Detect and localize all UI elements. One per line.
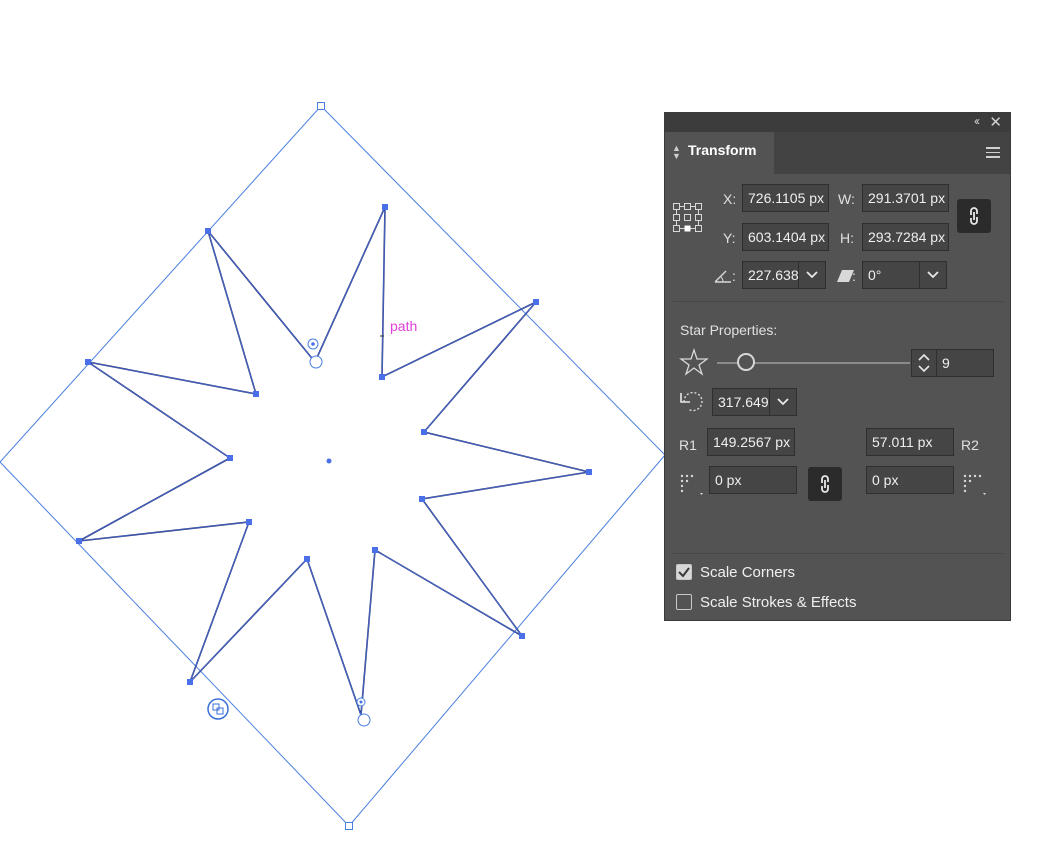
y-field[interactable]: 603.1404 px xyxy=(742,223,829,251)
up-down-stepper-icon xyxy=(918,353,930,373)
updown-arrows-icon: ▲ ▼ xyxy=(672,143,681,161)
y-label: Y: xyxy=(723,230,736,246)
star-widget-top-dot xyxy=(311,342,315,346)
anchor-points[interactable] xyxy=(76,204,592,685)
panel-titlebar[interactable]: ‹‹ ✕ xyxy=(665,113,1010,132)
rotate-dropdown[interactable] xyxy=(798,261,826,289)
constrain-proportions-button[interactable] xyxy=(957,199,991,233)
bbox-handle-top[interactable] xyxy=(317,102,325,110)
checkmark-icon xyxy=(678,567,690,578)
reference-point-icon[interactable] xyxy=(672,202,702,232)
points-field[interactable]: 9 xyxy=(936,349,994,377)
corner-radius-left-field[interactable]: 0 px xyxy=(709,466,797,494)
shear-dropdown[interactable] xyxy=(919,261,947,289)
star-rotation-dropdown[interactable] xyxy=(769,388,797,416)
panel-menu-icon[interactable] xyxy=(986,147,1000,158)
transform-panel: ‹‹ ✕ ▲ ▼ Transform X: 726.1105 px W: 291.… xyxy=(664,112,1011,621)
star-rotation-field[interactable]: 317.649° xyxy=(712,388,770,416)
x-label: X: xyxy=(723,191,737,207)
bbox-handle-bottom[interactable] xyxy=(345,822,353,830)
link-icon xyxy=(821,475,829,493)
double-chevron-left-icon[interactable]: ‹‹ xyxy=(974,114,980,128)
h-label: H: xyxy=(840,230,854,246)
link-icon xyxy=(970,207,978,225)
scale-corners-checkbox[interactable] xyxy=(676,564,692,580)
radius-widget-bottom[interactable] xyxy=(357,713,371,727)
height-field[interactable]: 293.7284 px xyxy=(862,223,949,251)
scale-corners-label: Scale Corners xyxy=(700,564,796,581)
rotate-star-icon xyxy=(680,391,703,412)
close-icon[interactable]: ✕ xyxy=(989,113,1002,131)
tab-transform-label: Transform xyxy=(688,142,757,158)
smart-guide-label: path xyxy=(390,318,418,334)
width-field[interactable]: 291.3701 px xyxy=(862,184,949,212)
w-label: W: xyxy=(838,191,855,207)
chevron-down-icon xyxy=(777,398,789,406)
radius-widget-top[interactable] xyxy=(309,355,323,369)
corner-radius-left-icon xyxy=(680,474,703,495)
r2-label: R2 xyxy=(961,437,979,453)
scale-strokes-label: Scale Strokes & Effects xyxy=(700,594,857,611)
star-icon xyxy=(679,348,709,376)
link-corners-button[interactable] xyxy=(808,467,842,501)
corner-radius-right-field[interactable]: 0 px xyxy=(866,466,954,494)
r1-field[interactable]: 149.2567 px xyxy=(707,428,795,456)
r2-field[interactable]: 57.011 px xyxy=(866,428,954,456)
divider xyxy=(673,301,1003,302)
star-widget-bottom-dot xyxy=(359,700,363,704)
points-stepper[interactable] xyxy=(911,349,937,377)
shear-colon: : xyxy=(852,268,856,284)
r1-label: R1 xyxy=(679,437,697,453)
rotate-angle-icon xyxy=(714,270,731,283)
rotate-field[interactable]: 227.638° xyxy=(742,261,799,289)
center-point xyxy=(326,458,332,464)
rotate-colon: : xyxy=(732,268,736,284)
points-slider-thumb[interactable] xyxy=(737,353,755,371)
chevron-down-icon xyxy=(927,271,939,279)
corner-radius-right-icon xyxy=(963,474,986,495)
shear-field[interactable]: 0° xyxy=(862,261,920,289)
star-properties-title: Star Properties: xyxy=(680,322,778,338)
divider xyxy=(673,553,1003,554)
rotate-widget-icon[interactable] xyxy=(207,698,229,720)
star-shape[interactable] xyxy=(78,206,590,716)
chevron-down-icon xyxy=(806,271,818,279)
x-field[interactable]: 726.1105 px xyxy=(742,184,829,212)
panel-tab-row: ▲ ▼ Transform xyxy=(665,132,1010,174)
scale-strokes-checkbox[interactable] xyxy=(676,594,692,610)
tab-transform[interactable]: ▲ ▼ Transform xyxy=(665,132,774,174)
